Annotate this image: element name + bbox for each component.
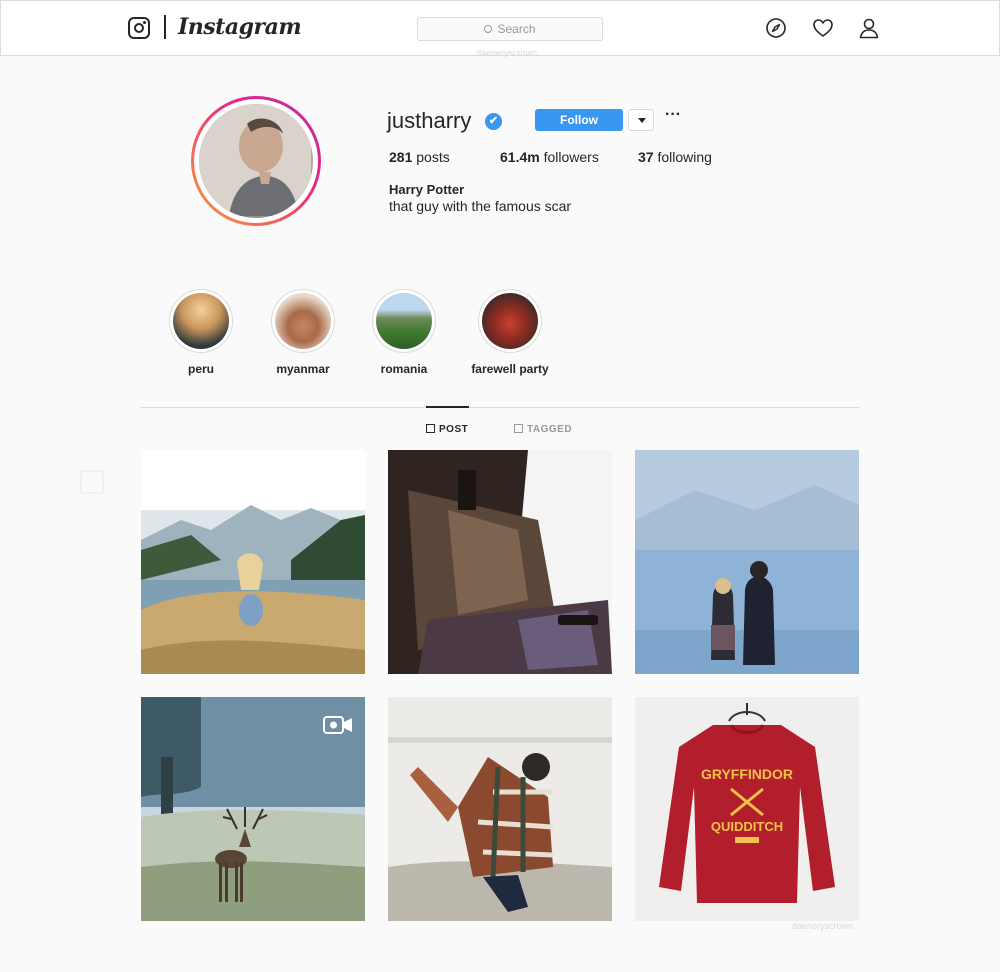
search-placeholder: Search	[497, 22, 536, 36]
profile-person-icon[interactable]	[858, 17, 880, 39]
grid-icon	[426, 424, 435, 433]
followers-label: followers	[543, 149, 599, 165]
highlight-myanmar[interactable]: myanmar	[258, 289, 348, 376]
highlight-cover	[372, 289, 436, 353]
profile-avatar[interactable]	[191, 96, 321, 226]
watermark-bottom: daeneryscrown	[792, 921, 854, 931]
instagram-wordmark[interactable]: Instagram	[178, 14, 302, 40]
instagram-camera-icon[interactable]	[128, 17, 150, 39]
tagged-icon	[514, 424, 523, 433]
tab-posts-label: POST	[439, 424, 469, 435]
multi-post-icon	[80, 470, 104, 494]
posts-stat: 281 posts	[389, 149, 450, 165]
post-tile[interactable]	[388, 697, 612, 921]
highlight-romania[interactable]: romania	[359, 289, 449, 376]
heart-icon[interactable]	[812, 17, 834, 39]
highlight-label: peru	[187, 362, 214, 376]
profile-username: justharry	[387, 108, 472, 133]
more-options-button[interactable]: ···	[665, 107, 683, 126]
highlight-label: romania	[380, 362, 428, 376]
posts-count: 281	[389, 149, 413, 165]
post-tile[interactable]	[141, 450, 365, 674]
search-input[interactable]: Search	[417, 17, 603, 41]
post-image-plaid-shirt	[388, 697, 612, 921]
tab-tagged-label: TAGGED	[527, 424, 573, 435]
highlight-cover	[169, 289, 233, 353]
post-tile[interactable]: GRYFFINDOR QUIDDITCH	[635, 697, 859, 921]
followers-count: 61.4m	[500, 149, 540, 165]
post-tile[interactable]	[141, 697, 365, 921]
post-image-lake-couple	[635, 450, 859, 674]
profile-full-name: Harry Potter	[389, 182, 465, 197]
tab-posts[interactable]: POST	[426, 423, 468, 435]
post-image-landscape	[141, 450, 365, 674]
following-count: 37	[638, 149, 654, 165]
followers-stat[interactable]: 61.4m followers	[500, 149, 599, 165]
highlight-cover	[478, 289, 542, 353]
highlight-label: myanmar	[276, 362, 330, 376]
tab-tagged[interactable]: TAGGED	[514, 423, 572, 435]
post-image-suitcase	[388, 450, 612, 674]
watermark-top: daeneryscrown	[476, 48, 538, 58]
follow-button[interactable]: Follow	[535, 109, 623, 131]
highlight-cover	[271, 289, 335, 353]
highlight-peru[interactable]: peru	[156, 289, 246, 376]
tabs-divider	[140, 407, 860, 408]
post-tile[interactable]	[635, 450, 859, 674]
avatar-image	[199, 104, 311, 216]
logo-divider	[164, 15, 166, 39]
search-icon	[484, 25, 493, 33]
active-tab-indicator	[426, 406, 469, 408]
highlight-label: farewell party	[471, 362, 549, 376]
video-camera-icon	[323, 716, 352, 734]
svg-text:QUIDDITCH: QUIDDITCH	[711, 819, 783, 834]
suggestions-dropdown-button[interactable]	[628, 109, 654, 131]
post-image-red-sweater: GRYFFINDOR QUIDDITCH	[635, 697, 859, 921]
explore-compass-icon[interactable]	[765, 17, 787, 39]
svg-text:GRYFFINDOR: GRYFFINDOR	[701, 766, 793, 782]
highlight-farewell-party[interactable]: farewell party	[465, 289, 555, 376]
profile-bio: that guy with the famous scar	[389, 198, 572, 214]
posts-label: posts	[416, 149, 450, 165]
following-stat[interactable]: 37 following	[638, 149, 712, 165]
post-tile[interactable]	[388, 450, 612, 674]
following-label: following	[657, 149, 712, 165]
verified-badge-icon: ✔	[485, 113, 502, 130]
avatar-photo	[199, 104, 313, 218]
